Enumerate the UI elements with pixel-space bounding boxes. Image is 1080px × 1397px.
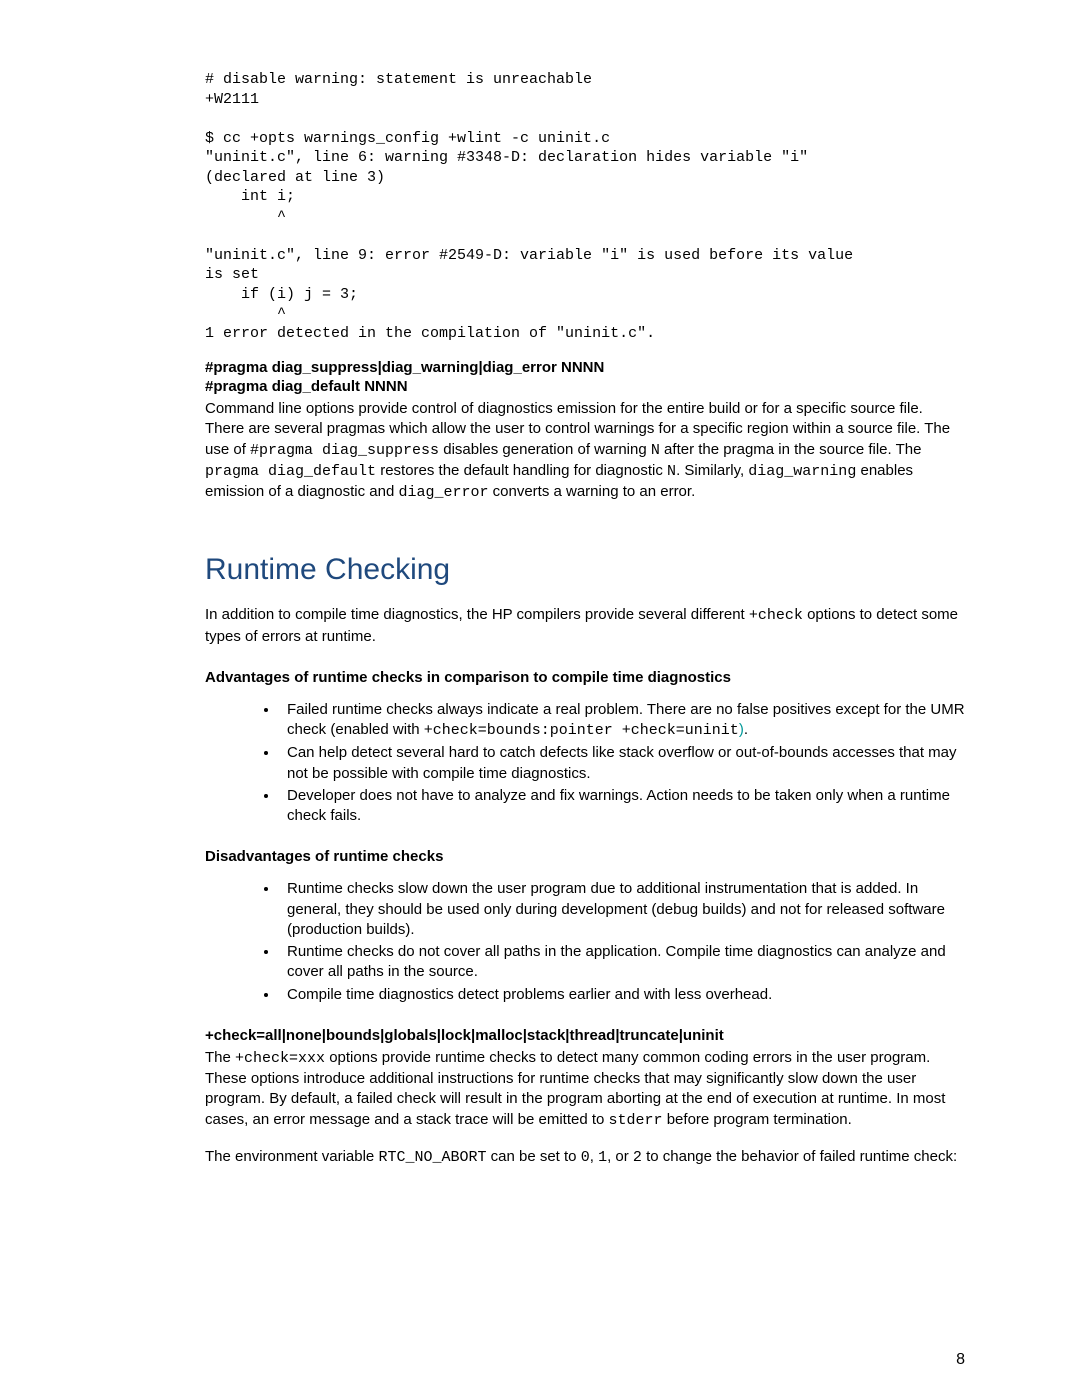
text: . Similarly, (676, 462, 748, 479)
text: to change the behavior of failed runtime… (642, 1148, 957, 1165)
advantages-heading: Advantages of runtime checks in comparis… (205, 669, 965, 686)
text: , (590, 1148, 598, 1165)
document-page: # disable warning: statement is unreacha… (0, 0, 1080, 1397)
check-options-heading: +check=all|none|bounds|globals|lock|mall… (205, 1027, 965, 1044)
text: after the pragma in the source file. The (660, 441, 922, 458)
env-paragraph: The environment variable RTC_NO_ABORT ca… (205, 1147, 965, 1168)
code-inline: +check=xxx (235, 1050, 325, 1067)
section-title-runtime-checking: Runtime Checking (205, 553, 965, 587)
code-inline: +check=bounds:pointer +check=uninit (424, 722, 739, 739)
text: restores the default handling for diagno… (376, 462, 667, 479)
text: converts a warning to an error. (488, 483, 695, 500)
code-inline: #pragma diag_suppress (250, 442, 439, 459)
code-inline: N (651, 442, 660, 459)
code-inline: 2 (633, 1149, 642, 1166)
code-inline: 0 (581, 1149, 590, 1166)
code-block: # disable warning: statement is unreacha… (205, 70, 965, 343)
advantages-list: Failed runtime checks always indicate a … (205, 700, 965, 827)
code-inline: RTC_NO_ABORT (378, 1149, 486, 1166)
code-inline: stderr (609, 1112, 663, 1129)
list-item: Compile time diagnostics detect problems… (279, 985, 965, 1005)
code-inline: diag_error (398, 484, 488, 501)
list-item: Can help detect several hard to catch de… (279, 743, 965, 784)
check-paragraph: The +check=xxx options provide runtime c… (205, 1048, 965, 1131)
pragma-heading-2: #pragma diag_default NNNN (205, 378, 965, 395)
code-inline: 1 (598, 1149, 607, 1166)
runtime-intro: In addition to compile time diagnostics,… (205, 605, 965, 647)
text: The (205, 1049, 235, 1066)
list-item: Runtime checks slow down the user progra… (279, 879, 965, 940)
code-inline: N (667, 463, 676, 480)
code-inline: +check (749, 607, 803, 624)
text: can be set to (486, 1148, 580, 1165)
page-number: 8 (956, 1351, 965, 1369)
text: , or (607, 1148, 633, 1165)
code-inline: diag_warning (748, 463, 856, 480)
list-item: Developer does not have to analyze and f… (279, 786, 965, 827)
disadvantages-heading: Disadvantages of runtime checks (205, 848, 965, 865)
disadvantages-list: Runtime checks slow down the user progra… (205, 879, 965, 1005)
list-item: Runtime checks do not cover all paths in… (279, 942, 965, 983)
list-item: Failed runtime checks always indicate a … (279, 700, 965, 742)
pragma-paragraph: Command line options provide control of … (205, 399, 965, 503)
code-inline: pragma diag_default (205, 463, 376, 480)
pragma-heading-1: #pragma diag_suppress|diag_warning|diag_… (205, 359, 965, 376)
text: disables generation of warning (439, 441, 651, 458)
text: before program termination. (663, 1111, 852, 1128)
text: In addition to compile time diagnostics,… (205, 606, 749, 623)
text: The environment variable (205, 1148, 378, 1165)
text: . (744, 721, 748, 738)
